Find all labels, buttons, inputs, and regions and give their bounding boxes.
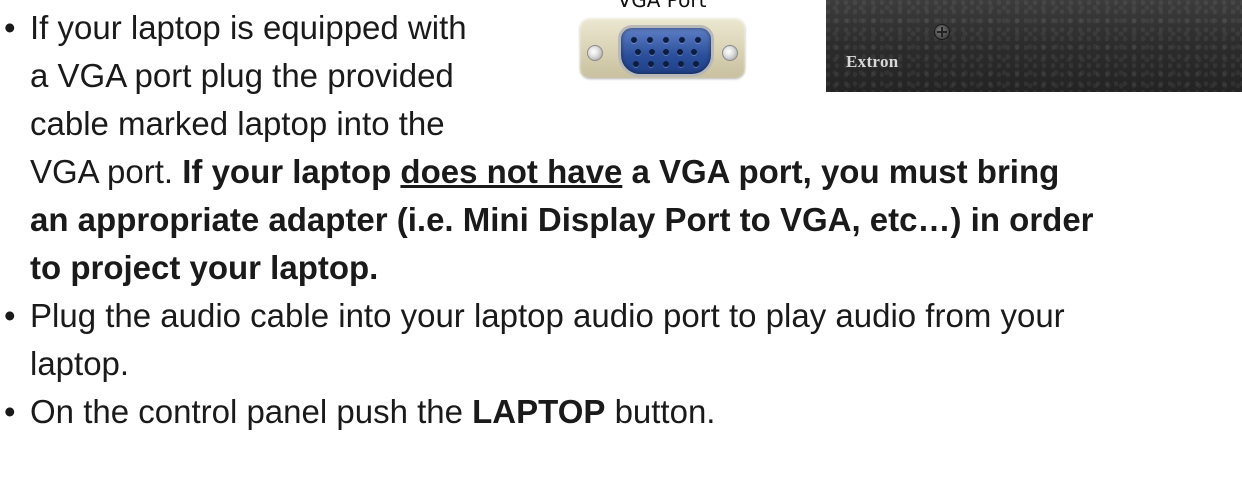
- bullet-1-line-5: an appropriate adapter (i.e. Mini Displa…: [30, 201, 1094, 238]
- bullet-1-line-2: a VGA port plug the provided: [30, 57, 454, 94]
- bullet-1-line-6: to project your laptop.: [30, 249, 379, 286]
- vga-port-figure: VGA Port: [572, 0, 752, 92]
- vga-port-icon: [580, 18, 745, 78]
- bullet-3-suffix: button.: [614, 393, 716, 430]
- laptop-button-label: LAPTOP: [472, 393, 606, 430]
- bullet-1-line-4: VGA port. If your laptop does not have a…: [30, 150, 1059, 194]
- vga-port-label: VGA Port: [617, 0, 707, 12]
- bullet-icon: •: [4, 297, 16, 334]
- bullet-1-plain-text: VGA port.: [30, 153, 174, 190]
- bullet-1-line-3: cable marked laptop into the: [30, 105, 445, 142]
- bullet-2-line-1: Plug the audio cable into your laptop au…: [30, 297, 1065, 334]
- vga-connector: [618, 25, 714, 77]
- screw-icon: [587, 45, 603, 61]
- panel-brand-label: Extron: [846, 52, 899, 71]
- bullet-1-bold-text: If your laptop: [182, 153, 392, 190]
- bullet-3-prefix: On the control panel push the: [30, 393, 463, 430]
- bullet-2-line-2: laptop.: [30, 345, 130, 382]
- bullet-3-line-1: On the control panel push the LAPTOP but…: [30, 390, 715, 434]
- bullet-1-line-1: If your laptop is equipped with: [30, 9, 467, 46]
- vga-pins: [631, 37, 701, 73]
- bullet-icon: •: [4, 393, 16, 430]
- screw-icon: [934, 24, 950, 40]
- instruction-document: VGA Port Extron • If your laptop is equi…: [0, 0, 1242, 478]
- bullet-1-bold-text-end: a VGA port, you must bring: [631, 153, 1060, 190]
- bullet-1-underlined-text: does not have: [400, 153, 623, 190]
- screw-icon: [722, 45, 738, 61]
- bullet-icon: •: [4, 9, 16, 46]
- extron-panel-photo: Extron: [826, 0, 1242, 92]
